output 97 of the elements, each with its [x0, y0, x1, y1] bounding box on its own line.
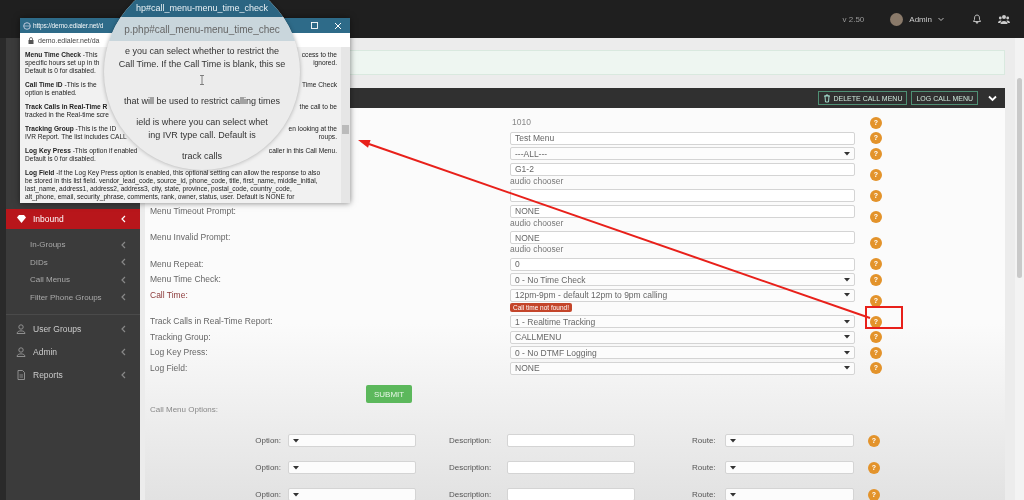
- magnified-text: Call Time. If the Call Time is blank, this se: [118, 58, 286, 71]
- dropdown[interactable]: 0 - No DTMF Logging: [510, 346, 855, 359]
- caret-icon: [730, 465, 736, 470]
- maximize-icon[interactable]: [311, 22, 318, 29]
- field-label: Log Field:: [150, 361, 189, 375]
- caret-icon: [844, 151, 850, 156]
- field-label: Route:: [692, 463, 717, 472]
- bell-icon[interactable]: [972, 14, 982, 24]
- dropdown[interactable]: CALLMENU: [510, 330, 855, 344]
- magnified-text: ing IVR type call. Default is: [148, 129, 256, 142]
- sidebar-subitem[interactable]: Call Menus: [6, 271, 140, 289]
- field-value: 1010: [511, 116, 532, 129]
- sidebar-item[interactable]: Inbound: [6, 209, 140, 229]
- magnified-text: ield is where you can select whet: [136, 116, 268, 129]
- field-label: Route:: [692, 490, 717, 499]
- chevron-icon[interactable]: [988, 94, 997, 102]
- document-icon: [16, 370, 26, 380]
- text-cursor-icon: [199, 75, 205, 85]
- caret-icon: [293, 438, 299, 443]
- close-icon[interactable]: [334, 21, 342, 30]
- dropdown[interactable]: [288, 488, 416, 500]
- dropdown[interactable]: [288, 434, 416, 447]
- input-field[interactable]: [507, 434, 635, 447]
- chevron-icon: [121, 215, 126, 223]
- scrollbar[interactable]: [1015, 38, 1024, 500]
- field-label: Call Time:: [150, 288, 189, 302]
- dropdown[interactable]: 1 - Realtime Tracking: [510, 315, 855, 328]
- section-label: Call Menu Options:: [150, 405, 220, 414]
- dropdown[interactable]: ---ALL---: [510, 147, 855, 160]
- input-field[interactable]: [507, 461, 635, 474]
- sidebar-item[interactable]: Admin: [6, 342, 140, 362]
- dropdown[interactable]: NONE: [510, 361, 855, 375]
- sidebar-subitem[interactable]: DIDs: [6, 253, 140, 271]
- chevron-icon: [121, 325, 126, 333]
- sidebar-item[interactable]: User Groups: [6, 319, 140, 339]
- caret-icon: [844, 293, 850, 297]
- users-icon[interactable]: [998, 14, 1010, 24]
- dropdown[interactable]: 12pm-9pm - default 12pm to 9pm calling: [510, 288, 855, 302]
- dropdown[interactable]: [288, 461, 416, 474]
- field-label: Option:: [254, 436, 282, 445]
- input-field[interactable]: G1-2: [510, 162, 855, 176]
- caret-icon: [844, 335, 850, 339]
- trash-icon: [823, 93, 832, 103]
- gem-icon: [16, 214, 26, 224]
- version-label: v 2.50: [842, 14, 865, 24]
- caret-icon: [844, 277, 850, 282]
- audio-chooser-link[interactable]: audio chooser: [510, 244, 855, 255]
- audio-chooser-link[interactable]: audio chooser: [510, 175, 855, 187]
- user-name[interactable]: Admin: [909, 14, 932, 24]
- field-label: Track Calls in Real-Time Report:: [150, 315, 274, 328]
- field-label: Log Key Press:: [150, 346, 209, 359]
- input-field[interactable]: 0: [510, 257, 855, 271]
- dropdown[interactable]: 0 - No Time Check: [510, 273, 855, 286]
- field-label: Tracking Group:: [150, 330, 212, 344]
- globe-icon: [23, 21, 31, 30]
- field-label: Menu Repeat:: [150, 257, 205, 271]
- magnified-text: e you can select whether to restrict the: [124, 45, 280, 58]
- field-label: Description:: [449, 463, 493, 472]
- caret-icon: [730, 492, 736, 497]
- field-label: Menu Invalid Prompt:: [150, 231, 232, 244]
- chevron-icon: [121, 371, 126, 379]
- user-icon: [16, 347, 26, 357]
- magnified-text: that will be used to restrict calling times: [123, 95, 281, 108]
- dropdown[interactable]: [725, 488, 854, 500]
- sidebar-subitem[interactable]: Filter Phone Groups: [6, 288, 140, 306]
- input-field[interactable]: NONE: [510, 204, 855, 218]
- dropdown[interactable]: [725, 461, 854, 474]
- page-title: hp#call_menu-menu_time_check: [135, 3, 269, 13]
- scrollbar[interactable]: [341, 47, 350, 203]
- audio-chooser-link[interactable]: audio chooser: [510, 217, 855, 229]
- field-label: Description:: [449, 436, 493, 445]
- chevron-icon: [121, 348, 126, 356]
- magnified-text: track calls: [182, 150, 222, 163]
- field-label: Menu Timeout Prompt:: [150, 204, 237, 218]
- field-label: Route:: [692, 436, 717, 445]
- caret-icon: [844, 366, 850, 370]
- sidebar-item[interactable]: Reports: [6, 365, 140, 385]
- dropdown[interactable]: [725, 434, 854, 447]
- field-label: Description:: [449, 490, 493, 499]
- input-field[interactable]: Test Menu: [510, 131, 855, 145]
- input-field[interactable]: [507, 488, 635, 500]
- caret-icon: [844, 350, 850, 355]
- caret-icon: [293, 465, 299, 470]
- caret-icon: [730, 438, 736, 443]
- caret-icon: [293, 492, 299, 497]
- lock-icon: [28, 36, 34, 44]
- input-field[interactable]: NONE: [510, 231, 855, 244]
- sidebar-subitem[interactable]: In-Groups: [6, 236, 140, 254]
- user-icon: [16, 324, 26, 334]
- field-label: Option:: [254, 463, 282, 472]
- field-label: Menu Time Check:: [150, 273, 222, 286]
- field-label: Option:: [254, 490, 282, 499]
- input-field[interactable]: [510, 189, 855, 202]
- caret-icon[interactable]: [938, 17, 944, 21]
- avatar[interactable]: [890, 12, 904, 26]
- caret-icon: [844, 319, 850, 324]
- url-text: p.php#call_menu-menu_time_chec: [124, 23, 280, 35]
